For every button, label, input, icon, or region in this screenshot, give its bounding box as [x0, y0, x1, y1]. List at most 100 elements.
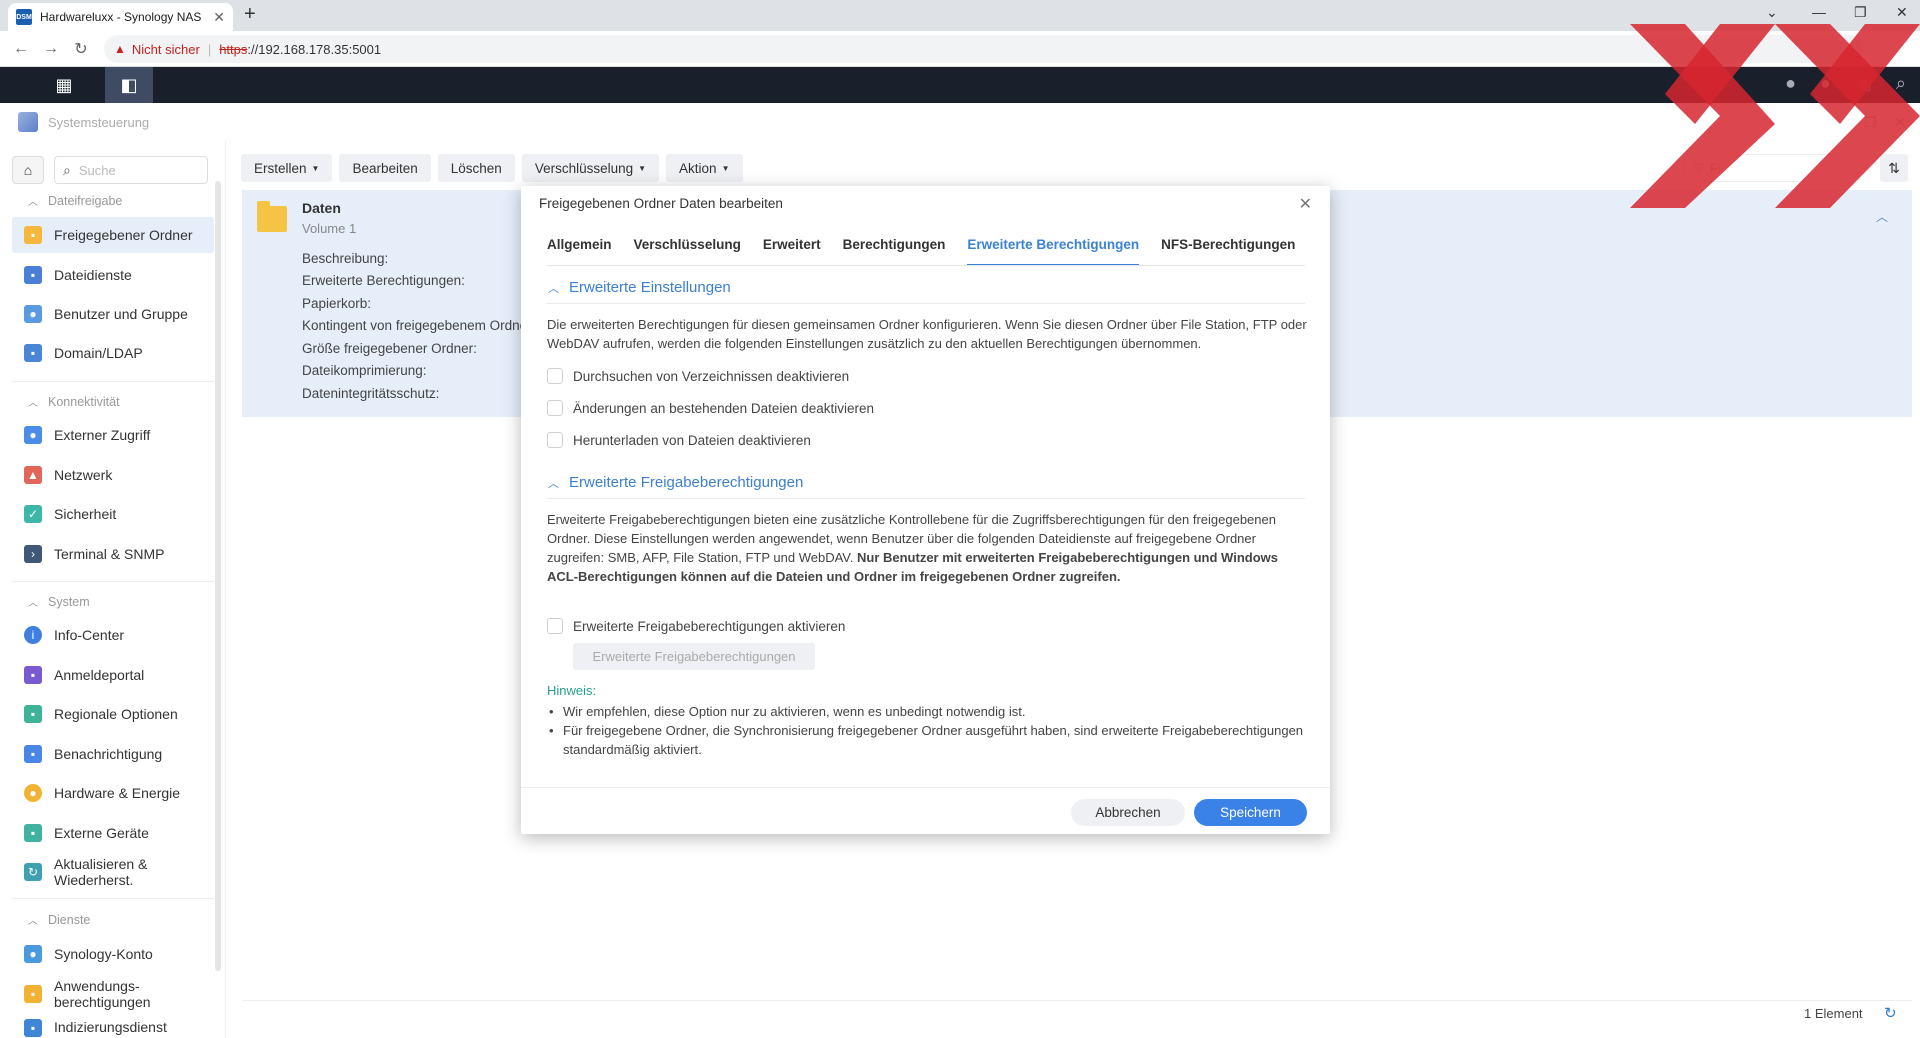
- user-icon[interactable]: ●: [1820, 73, 1831, 94]
- window-maximize-icon[interactable]: ❐: [1864, 114, 1877, 131]
- caret-down-icon: ▼: [638, 163, 647, 173]
- share-permissions-description: Erweiterte Freigabeberechtigungen bieten…: [547, 512, 1278, 584]
- sidebar-item-terminal-snmp[interactable]: › Terminal & SNMP: [12, 536, 214, 572]
- browser-addressbar: ← → ↻ ▲ Nicht sicher | https ://192.168.…: [0, 31, 1920, 67]
- folder-detail-label: Papierkorb:: [302, 296, 372, 311]
- tab-encryption[interactable]: Verschlüsselung: [634, 237, 741, 266]
- tab-permissions[interactable]: Berechtigungen: [843, 237, 946, 266]
- section-services[interactable]: ︿ Dienste: [28, 912, 90, 928]
- home-icon[interactable]: ⌂: [12, 156, 44, 184]
- folder-detail-label: Kontingent von freigegebenem Ordner:: [302, 318, 536, 333]
- widgets-icon[interactable]: ▣: [1855, 73, 1872, 94]
- sidebar-item-security[interactable]: ✓ Sicherheit: [12, 496, 214, 532]
- info-icon: i: [24, 626, 42, 644]
- sidebar-item-login-portal[interactable]: ▪ Anmeldeportal: [12, 657, 214, 693]
- edit-button[interactable]: Bearbeiten: [339, 154, 431, 182]
- sidebar-item-shared-folder[interactable]: ▪ Freigegebener Ordner: [12, 217, 214, 253]
- sidebar-item-app-privileges[interactable]: ▪ Anwendungs-berechtigungen: [12, 976, 214, 1012]
- sidebar-item-user-group[interactable]: ● Benutzer und Gruppe: [12, 296, 214, 332]
- tab-advanced-permissions[interactable]: Erweiterte Berechtigungen: [967, 237, 1140, 266]
- collapse-icon[interactable]: ︿: [1876, 208, 1888, 225]
- account-icon: ●: [24, 945, 42, 963]
- reload-icon[interactable]: ↻: [66, 39, 96, 59]
- minimize-icon[interactable]: —: [1812, 4, 1826, 20]
- sidebar-item-network[interactable]: ▲ Netzwerk: [12, 457, 214, 493]
- window-close-icon[interactable]: ✕: [1894, 114, 1906, 131]
- sidebar-item-info-center[interactable]: i Info-Center: [12, 617, 214, 653]
- checkbox-box[interactable]: [547, 618, 563, 634]
- browser-tabbar: DSM Hardwareluxx - Synology NAS ✕ + ⌄ — …: [0, 0, 1920, 31]
- save-button[interactable]: Speichern: [1194, 799, 1307, 826]
- chat-icon[interactable]: ●: [1785, 73, 1796, 94]
- checkbox-disable-modify[interactable]: Änderungen an bestehenden Dateien deakti…: [547, 400, 874, 416]
- search-input[interactable]: ⌕ Suche: [54, 156, 208, 184]
- checkbox-disable-download[interactable]: Herunterladen von Dateien deaktivieren: [547, 432, 811, 448]
- folder-detail-label: Beschreibung:: [302, 251, 389, 266]
- folder-icon: ▪: [24, 226, 42, 244]
- section-file-sharing[interactable]: ︿ Dateifreigabe: [28, 193, 122, 209]
- checkbox-disable-browse[interactable]: Durchsuchen von Verzeichnissen deaktivie…: [547, 368, 849, 384]
- close-icon[interactable]: ✕: [1299, 194, 1312, 214]
- search-icon[interactable]: ⌕: [1896, 73, 1906, 94]
- dialog-tabs: Allgemein Verschlüsselung Erweitert Bere…: [547, 237, 1317, 266]
- checkbox-enable-advanced-share-permissions[interactable]: Erweiterte Freigabeberechtigungen aktivi…: [547, 618, 845, 634]
- encryption-button[interactable]: Verschlüsselung ▼: [521, 154, 660, 182]
- lock-icon: ▪: [24, 985, 42, 1003]
- sort-icon[interactable]: ⇅: [1880, 154, 1908, 182]
- section-advanced-share-permissions[interactable]: ︿ Erweiterte Freigabeberechtigungen: [548, 474, 803, 491]
- close-window-icon[interactable]: ✕: [1896, 4, 1908, 21]
- folder-detail-label: Erweiterte Berechtigungen:: [302, 273, 465, 288]
- tab-nfs-permissions[interactable]: NFS-Berechtigungen: [1161, 237, 1295, 266]
- checkbox-box[interactable]: [547, 368, 563, 384]
- shield-icon: ✓: [24, 505, 42, 523]
- forward-icon[interactable]: →: [36, 40, 66, 58]
- sidebar-item-external-access[interactable]: ● Externer Zugriff: [12, 417, 214, 453]
- sidebar-item-notification[interactable]: ▪ Benachrichtigung: [12, 736, 214, 772]
- section-system[interactable]: ︿ System: [28, 594, 90, 610]
- main-toolbar: Erstellen ▼ Bearbeiten Löschen Verschlüss…: [241, 154, 743, 182]
- delete-button[interactable]: Löschen: [437, 154, 515, 182]
- checkbox-box[interactable]: [547, 400, 563, 416]
- filter-icon: ▽: [1694, 160, 1704, 175]
- tab-search-icon[interactable]: ⌄: [1766, 4, 1778, 21]
- hint-item: Für freigegebene Ordner, die Synchronisi…: [547, 721, 1307, 759]
- users-icon: ●: [24, 305, 42, 323]
- sidebar-item-update-restore[interactable]: ↻ Aktualisieren & Wiederherst.: [12, 854, 214, 890]
- folder-volume: Volume 1: [302, 221, 357, 236]
- sidebar-scrollbar[interactable]: [215, 181, 221, 971]
- sidebar-item-domain-ldap[interactable]: ▪ Domain/LDAP: [12, 335, 214, 371]
- url-bar[interactable]: ▲ Nicht sicher | https ://192.168.178.35…: [104, 35, 1864, 63]
- domain-icon: ▪: [24, 344, 42, 362]
- section-connectivity[interactable]: ︿ Konnektivität: [28, 394, 120, 410]
- create-button[interactable]: Erstellen ▼: [241, 154, 333, 182]
- sidebar-item-regional-options[interactable]: ▪ Regionale Optionen: [12, 696, 214, 732]
- main-menu-icon[interactable]: ▦: [40, 67, 88, 103]
- section-advanced-settings[interactable]: ︿ Erweiterte Einstellungen: [548, 279, 731, 296]
- caret-down-icon: ▼: [311, 163, 320, 173]
- refresh-icon[interactable]: ↻: [1884, 1004, 1897, 1022]
- close-tab-icon[interactable]: ✕: [213, 9, 225, 26]
- sidebar-item-indexing[interactable]: ▪ Indizierungsdienst: [12, 1019, 214, 1038]
- sidebar-item-file-services[interactable]: ▪ Dateidienste: [12, 257, 214, 293]
- house-icon: ▲: [24, 466, 42, 484]
- control-panel-task-icon[interactable]: ◧: [105, 67, 153, 103]
- browser-tab-title: Hardwareluxx - Synology NAS: [40, 10, 202, 24]
- indexing-icon: ▪: [24, 1019, 42, 1037]
- tab-advanced[interactable]: Erweitert: [763, 237, 821, 266]
- filter-input[interactable]: ▽ Fi: [1683, 154, 1835, 182]
- hint-title: Hinweis:: [547, 683, 597, 698]
- new-tab-icon[interactable]: +: [244, 3, 256, 26]
- checkbox-box[interactable]: [547, 432, 563, 448]
- not-secure-label: Nicht sicher: [131, 41, 200, 57]
- notification-icon: ▪: [24, 745, 42, 763]
- tab-general[interactable]: Allgemein: [547, 237, 612, 266]
- browser-tab[interactable]: DSM Hardwareluxx - Synology NAS ✕: [8, 3, 233, 31]
- cancel-button[interactable]: Abbrechen: [1071, 799, 1185, 826]
- chevron-up-icon: ︿: [548, 282, 559, 295]
- sidebar-item-synology-account[interactable]: ● Synology-Konto: [12, 936, 214, 972]
- sidebar-item-external-devices[interactable]: ▪ Externe Geräte: [12, 815, 214, 851]
- back-icon[interactable]: ←: [6, 40, 36, 58]
- action-button[interactable]: Aktion ▼: [666, 154, 743, 182]
- restore-icon[interactable]: ❐: [1854, 4, 1867, 21]
- sidebar-item-hardware-power[interactable]: ● Hardware & Energie: [12, 775, 214, 811]
